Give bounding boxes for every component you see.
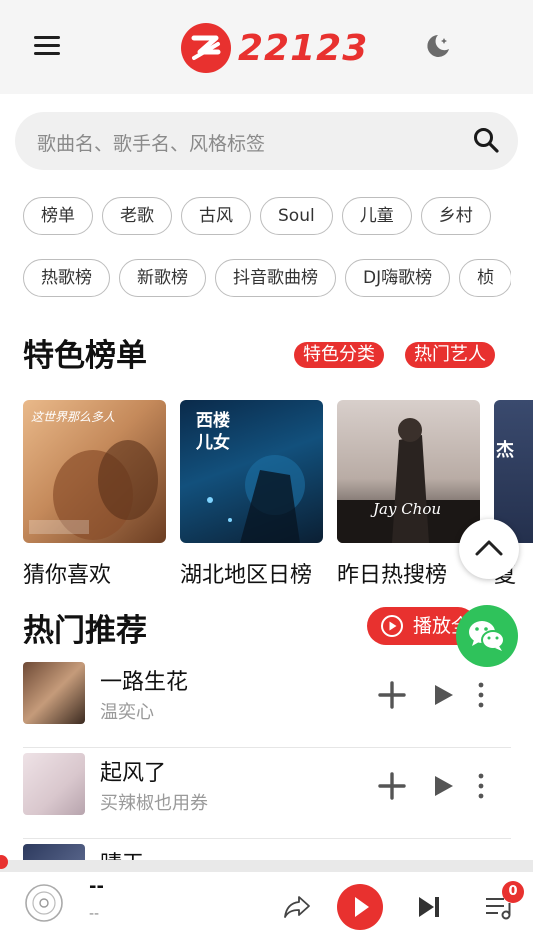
song-row[interactable]: 起风了 买辣椒也用券 <box>23 749 511 839</box>
featured-title: 特色榜单 <box>23 338 147 374</box>
tag-chip[interactable]: 儿童 <box>341 197 412 235</box>
song-row[interactable]: 晴天 <box>23 840 511 860</box>
tag-chip[interactable]: 新歌榜 <box>119 259 206 297</box>
song-title: 起风了 <box>100 761 167 786</box>
tag-chip[interactable]: 乡村 <box>420 197 491 235</box>
search-icon[interactable] <box>472 126 500 154</box>
share-icon[interactable] <box>282 891 312 921</box>
play-icon[interactable] <box>430 682 456 708</box>
menu-icon[interactable] <box>34 36 60 58</box>
scroll-top-button[interactable] <box>459 519 519 579</box>
play-icon <box>355 897 369 917</box>
play-circle-icon <box>381 615 403 637</box>
song-title: 晴天 <box>100 846 144 860</box>
song-cover <box>23 753 85 815</box>
cover-caption: 这世界那么多人 <box>31 410 116 424</box>
disc-icon[interactable] <box>24 883 64 923</box>
add-icon[interactable] <box>377 771 407 801</box>
search-input[interactable]: 歌曲名、歌手名、风格标签 <box>37 129 265 156</box>
cover-image: 西楼儿女 <box>180 400 323 543</box>
song-artist: 温奕心 <box>100 702 154 723</box>
song-artist: 买辣椒也用券 <box>100 793 208 814</box>
tag-chip[interactable]: 热歌榜 <box>23 259 110 297</box>
song-title: 一路生花 <box>100 670 189 695</box>
play-button[interactable] <box>337 884 383 930</box>
play-icon[interactable] <box>430 773 456 799</box>
queue-count-badge: 0 <box>502 881 524 903</box>
hot-artists-link[interactable]: 热门艺人 <box>405 342 495 368</box>
tag-chip[interactable]: DJ嗨歌榜 <box>345 259 451 297</box>
moon-icon[interactable] <box>421 30 453 62</box>
featured-card[interactable]: 这世界那么多人 猜你喜欢 <box>23 400 166 589</box>
player-artist: -- <box>89 906 100 922</box>
player-title: -- <box>89 876 104 897</box>
cover-image: 这世界那么多人 <box>23 400 166 543</box>
song-row[interactable]: 一路生花 温奕心 <box>23 658 511 748</box>
tag-chip[interactable]: 桢 <box>459 259 511 297</box>
song-cover <box>23 662 85 724</box>
next-track-icon[interactable] <box>416 895 442 919</box>
player-bar <box>0 872 533 949</box>
tag-chip[interactable]: 榜单 <box>23 197 93 235</box>
tag-chip[interactable]: 古风 <box>181 197 251 235</box>
logo-text: 22123 <box>238 27 369 69</box>
tag-row-charts: 热歌榜 新歌榜 抖音歌曲榜 DJ嗨歌榜桢 <box>23 259 511 299</box>
featured-category-link[interactable]: 特色分类 <box>294 342 384 368</box>
top-bar: 22123 <box>0 0 533 94</box>
add-icon[interactable] <box>377 680 407 710</box>
cover-caption: 杰 <box>496 440 514 461</box>
featured-card[interactable]: 西楼儿女 湖北地区日榜 <box>180 400 323 589</box>
player-divider <box>0 860 533 872</box>
tag-row-styles: 榜单 老歌 古风 Soul 儿童 乡村 <box>23 197 513 237</box>
more-vertical-icon[interactable] <box>473 771 489 801</box>
featured-card-label: 猜你喜欢 <box>23 563 112 588</box>
featured-card-label: 湖北地区日榜 <box>180 563 313 588</box>
featured-cards: 这世界那么多人 猜你喜欢 西楼儿女 湖北地区日榜 Jay Chou 昨日热搜榜 <box>23 400 533 590</box>
logo[interactable]: 22123 <box>180 22 368 74</box>
cover-caption: 西楼儿女 <box>196 411 230 453</box>
tag-chip[interactable]: 老歌 <box>102 197 172 235</box>
hot-title: 热门推荐 <box>23 613 147 649</box>
tag-chip[interactable]: 抖音歌曲榜 <box>215 259 336 297</box>
tag-chip[interactable]: Soul <box>260 197 333 235</box>
more-vertical-icon[interactable] <box>473 680 489 710</box>
chevron-up-icon <box>475 540 503 556</box>
search-bar[interactable]: 歌曲名、歌手名、风格标签 <box>15 112 518 170</box>
logo-mark-icon <box>181 23 231 73</box>
song-cover <box>23 844 85 860</box>
cover-caption: Jay Chou <box>373 500 442 518</box>
